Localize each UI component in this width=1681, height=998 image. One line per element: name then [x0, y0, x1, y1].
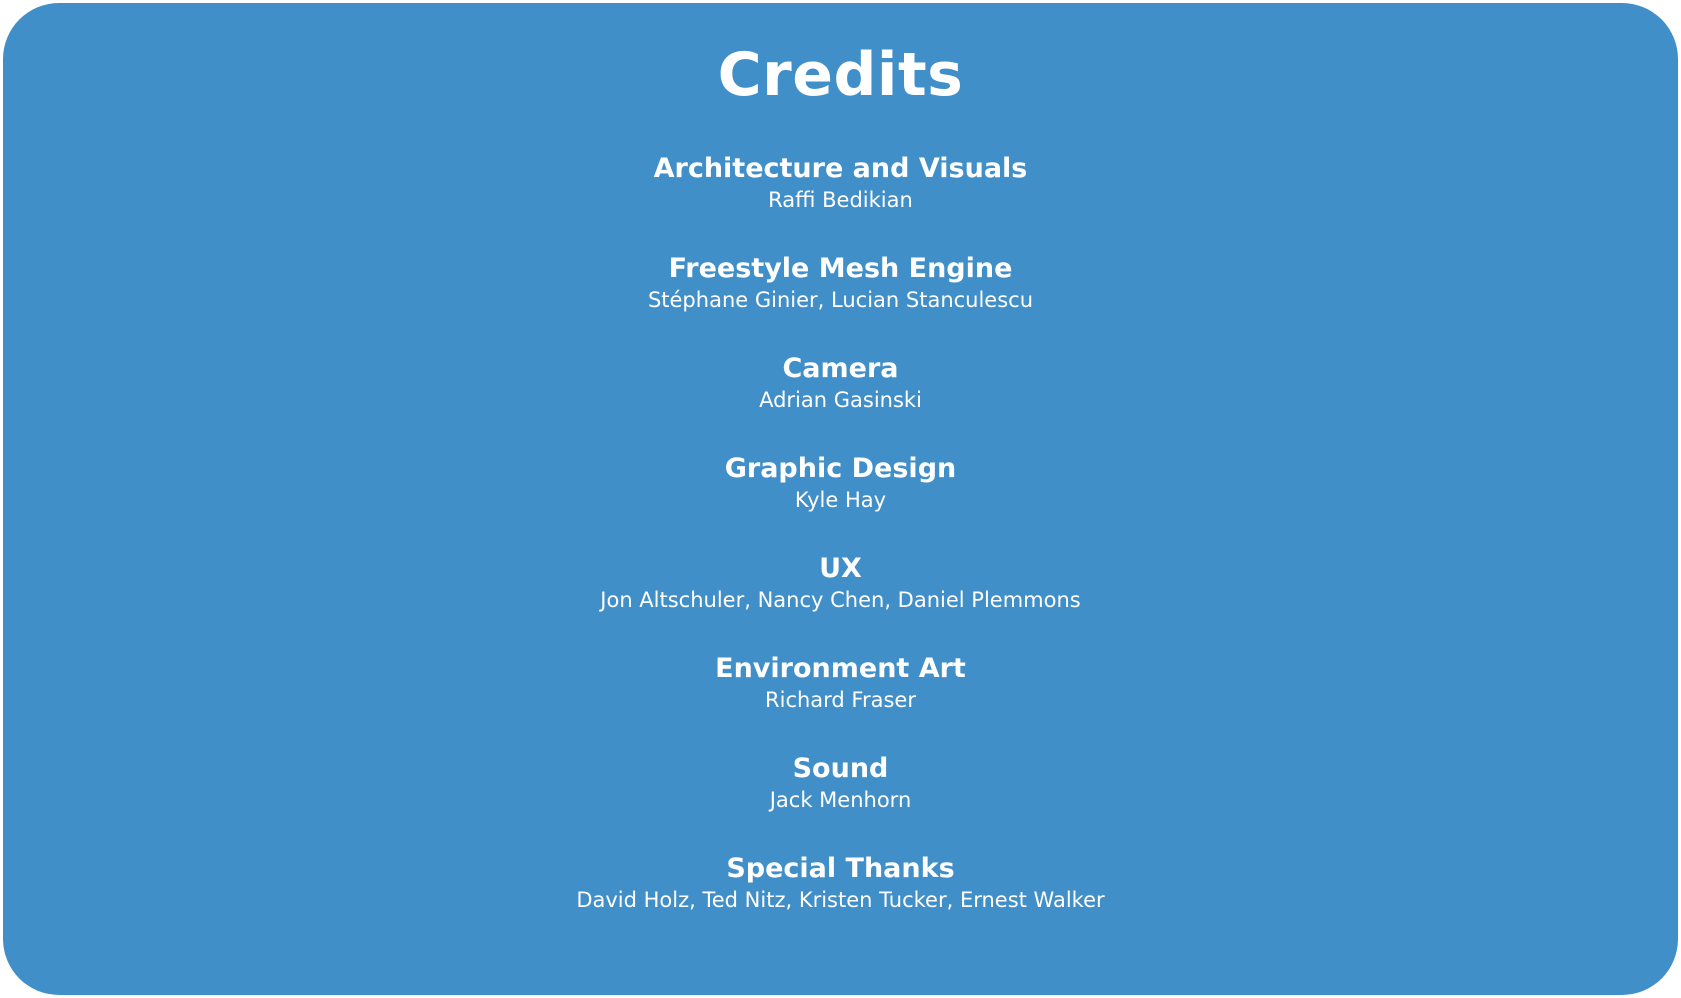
credit-role: Environment Art	[715, 653, 966, 684]
credit-section-graphic-design: Graphic Design Kyle Hay	[3, 451, 1678, 551]
credits-panel: Credits Architecture and Visuals Raffi B…	[3, 3, 1678, 995]
credit-section-sound: Sound Jack Menhorn	[3, 751, 1678, 851]
credit-role: Architecture and Visuals	[653, 153, 1028, 184]
credit-names: Adrian Gasinski	[759, 388, 922, 412]
credit-names: Jon Altschuler, Nancy Chen, Daniel Plemm…	[600, 588, 1081, 612]
credit-section-environment-art: Environment Art Richard Fraser	[3, 651, 1678, 751]
credit-role: Graphic Design	[724, 453, 957, 484]
credit-role: Sound	[792, 753, 889, 784]
credit-names: Jack Menhorn	[769, 788, 912, 812]
credit-section-ux: UX Jon Altschuler, Nancy Chen, Daniel Pl…	[3, 551, 1678, 651]
credits-list: Architecture and Visuals Raffi Bedikian …	[3, 151, 1678, 951]
credit-names: Raffi Bedikian	[768, 188, 913, 212]
credit-names: Kyle Hay	[794, 488, 887, 512]
credit-section-mesh-engine: Freestyle Mesh Engine Stéphane Ginier, L…	[3, 251, 1678, 351]
credit-section-architecture: Architecture and Visuals Raffi Bedikian	[3, 151, 1678, 251]
credit-role: UX	[819, 553, 862, 584]
credit-section-special-thanks: Special Thanks David Holz, Ted Nitz, Kri…	[3, 851, 1678, 951]
credit-role: Camera	[782, 353, 899, 384]
page-title: Credits	[717, 40, 964, 110]
credit-role: Special Thanks	[726, 853, 955, 884]
credit-names: David Holz, Ted Nitz, Kristen Tucker, Er…	[576, 888, 1105, 912]
credit-role: Freestyle Mesh Engine	[668, 253, 1013, 284]
credit-names: Stéphane Ginier, Lucian Stanculescu	[647, 288, 1034, 312]
credit-section-camera: Camera Adrian Gasinski	[3, 351, 1678, 451]
credit-names: Richard Fraser	[765, 688, 916, 712]
